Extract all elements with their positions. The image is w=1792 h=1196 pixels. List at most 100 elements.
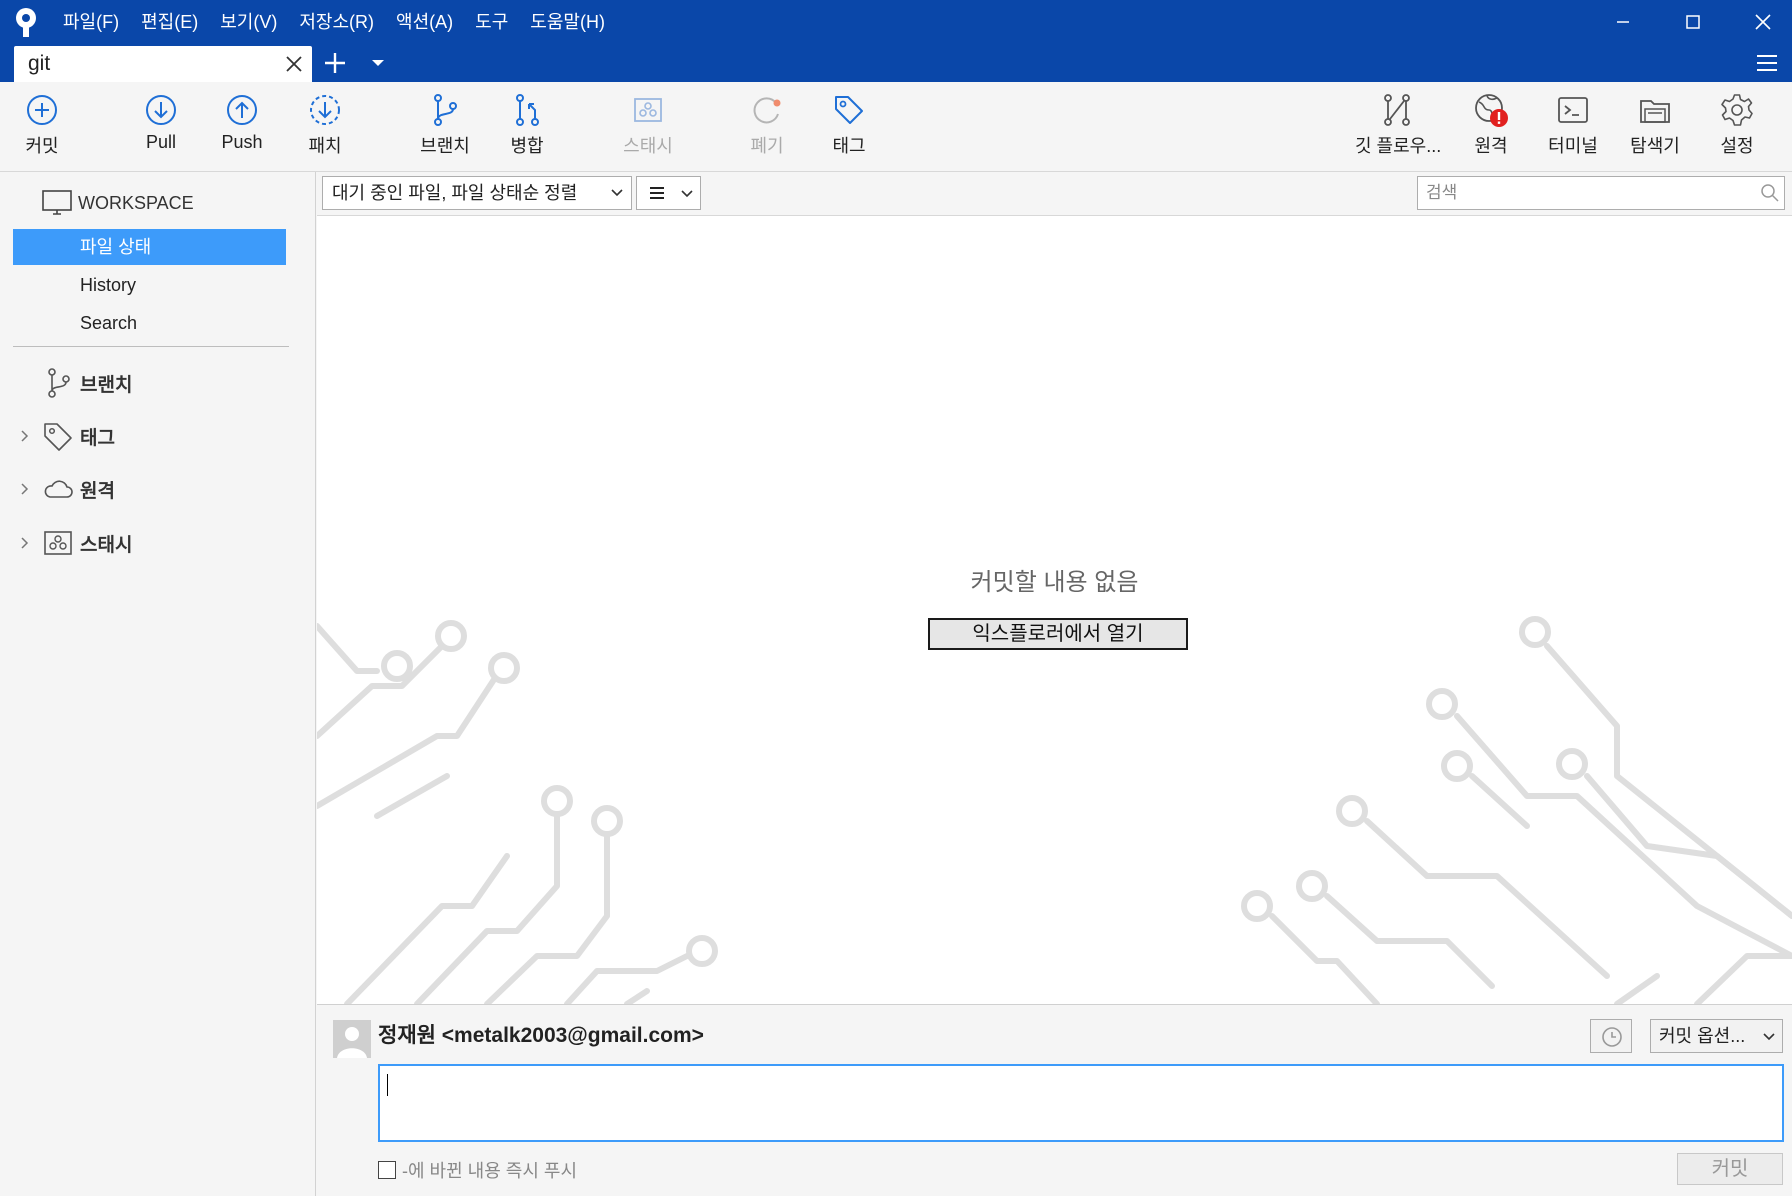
open-in-explorer-button[interactable]: 익스플로러에서 열기 bbox=[928, 618, 1188, 650]
explorer-button[interactable]: 탐색기 bbox=[1613, 92, 1697, 168]
chevron-right-icon[interactable] bbox=[18, 482, 32, 496]
sidebar-section-branches[interactable]: 브랜치 bbox=[18, 365, 132, 401]
close-window-button[interactable] bbox=[1728, 0, 1792, 44]
push-label: Push bbox=[221, 132, 263, 152]
search-input[interactable]: 검색 bbox=[1417, 176, 1785, 210]
commit-history-button[interactable] bbox=[1590, 1019, 1632, 1053]
chevron-down-icon bbox=[681, 190, 693, 198]
sidebar-section-tags[interactable]: 태그 bbox=[18, 418, 115, 454]
file-status-content: 커밋할 내용 없음 익스플로러에서 열기 bbox=[317, 216, 1792, 1004]
file-filter-dropdown[interactable]: 대기 중인 파일, 파일 상태순 정렬 bbox=[322, 176, 632, 210]
main-panel: 대기 중인 파일, 파일 상태순 정렬 검색 커밋할 내용 없음 익스플로러에서… bbox=[317, 172, 1792, 1196]
gear-icon bbox=[1721, 94, 1753, 126]
explorer-label: 탐색기 bbox=[1630, 136, 1680, 156]
title-bar: 파일(F) 편집(E) 보기(V) 저장소(R) 액션(A) 도구 도움말(H) bbox=[0, 0, 1792, 44]
workspace-label: WORKSPACE bbox=[78, 192, 194, 213]
list-view-icon bbox=[650, 187, 664, 199]
sidebar: WORKSPACE 파일 상태 History Search 브랜치 태그 원격… bbox=[0, 172, 316, 1196]
tag-label: 태그 bbox=[832, 136, 866, 156]
menu-help[interactable]: 도움말(H) bbox=[519, 0, 616, 44]
branch-label: 브랜치 bbox=[420, 136, 470, 156]
branch-button[interactable]: 브랜치 bbox=[403, 92, 487, 168]
chevron-down-icon bbox=[611, 189, 623, 197]
stash-icon bbox=[44, 531, 72, 555]
git-flow-label: 깃 플로우... bbox=[1355, 136, 1442, 156]
sidebar-section-label: 원격 bbox=[80, 480, 115, 502]
repo-tab-git[interactable]: git bbox=[14, 46, 312, 82]
minimize-button[interactable] bbox=[1588, 0, 1658, 44]
monitor-icon bbox=[42, 190, 72, 215]
remote-label: 원격 bbox=[1474, 136, 1508, 156]
git-flow-button[interactable]: 깃 플로우... bbox=[1355, 92, 1442, 168]
pull-arrow-down-icon bbox=[146, 95, 176, 125]
sidebar-section-stashes[interactable]: 스태시 bbox=[18, 525, 132, 561]
push-immediately-option[interactable]: -에 바뀐 내용 즉시 푸시 bbox=[378, 1159, 577, 1181]
terminal-button[interactable]: 터미널 bbox=[1531, 92, 1615, 168]
tag-button[interactable]: 태그 bbox=[807, 92, 891, 168]
tag-icon bbox=[44, 423, 72, 451]
stash-button[interactable]: 스태시 bbox=[606, 92, 690, 168]
push-arrow-up-icon bbox=[227, 95, 257, 125]
sidebar-item-search[interactable]: Search bbox=[13, 305, 286, 341]
hamburger-menu-icon[interactable] bbox=[1754, 50, 1780, 76]
discard-label: 폐기 bbox=[750, 136, 784, 156]
merge-button[interactable]: 병합 bbox=[485, 92, 569, 168]
clock-icon bbox=[1602, 1027, 1622, 1047]
discard-button[interactable]: 폐기 bbox=[725, 92, 809, 168]
tab-strip: git bbox=[0, 44, 1792, 82]
menu-view[interactable]: 보기(V) bbox=[209, 0, 288, 44]
remote-globe-icon bbox=[1475, 94, 1508, 127]
merge-label: 병합 bbox=[510, 136, 544, 156]
branch-icon bbox=[48, 368, 70, 398]
chevron-down-icon bbox=[1763, 1033, 1775, 1041]
maximize-icon bbox=[1686, 15, 1700, 29]
maximize-button[interactable] bbox=[1658, 0, 1728, 44]
commit-button[interactable]: 커밋 bbox=[1677, 1153, 1783, 1185]
circuit-background-decoration bbox=[317, 616, 1792, 1004]
commit-toolbar-button[interactable]: 커밋 bbox=[0, 92, 84, 168]
view-mode-dropdown[interactable] bbox=[636, 176, 701, 210]
cloud-icon bbox=[44, 480, 73, 498]
menu-actions[interactable]: 액션(A) bbox=[385, 0, 464, 44]
merge-icon bbox=[516, 94, 539, 126]
text-caret bbox=[387, 1074, 388, 1096]
pull-label: Pull bbox=[145, 132, 176, 152]
tab-close-icon[interactable] bbox=[284, 54, 304, 74]
sidebar-item-history[interactable]: History bbox=[13, 267, 286, 303]
search-icon bbox=[1761, 184, 1779, 202]
push-button[interactable]: Push bbox=[200, 92, 284, 168]
close-icon bbox=[1755, 14, 1771, 30]
sourcetree-logo-icon bbox=[16, 8, 36, 37]
stash-icon bbox=[634, 98, 662, 122]
push-immediately-checkbox[interactable] bbox=[378, 1161, 396, 1179]
menu-edit[interactable]: 편집(E) bbox=[130, 0, 209, 44]
remote-button[interactable]: 원격 bbox=[1449, 92, 1533, 168]
sidebar-section-label: 스태시 bbox=[80, 534, 133, 556]
tab-label: git bbox=[28, 52, 51, 75]
chevron-right-icon[interactable] bbox=[18, 536, 32, 550]
commit-message-input[interactable] bbox=[378, 1064, 1784, 1142]
menu-file[interactable]: 파일(F) bbox=[52, 0, 130, 44]
fetch-button[interactable]: 패치 bbox=[283, 92, 367, 168]
fetch-label: 패치 bbox=[308, 136, 342, 156]
search-placeholder: 검색 bbox=[1426, 183, 1458, 202]
fetch-icon bbox=[310, 95, 340, 125]
avatar bbox=[333, 1020, 371, 1058]
add-tab-icon[interactable] bbox=[322, 50, 348, 76]
discard-refresh-icon bbox=[753, 97, 781, 124]
tab-dropdown-icon[interactable] bbox=[370, 56, 386, 70]
sidebar-item-file-status[interactable]: 파일 상태 bbox=[13, 229, 286, 265]
minimize-icon bbox=[1617, 21, 1629, 23]
stash-label: 스태시 bbox=[623, 136, 673, 156]
menu-tools[interactable]: 도구 bbox=[464, 0, 519, 44]
chevron-right-icon[interactable] bbox=[18, 429, 32, 443]
push-immediately-label: -에 바뀐 내용 즉시 푸시 bbox=[402, 1161, 578, 1181]
filter-bar: 대기 중인 파일, 파일 상태순 정렬 검색 bbox=[317, 172, 1792, 216]
menu-repository[interactable]: 저장소(R) bbox=[288, 0, 385, 44]
pull-button[interactable]: Pull bbox=[119, 92, 203, 168]
terminal-icon bbox=[1558, 97, 1588, 123]
settings-button[interactable]: 설정 bbox=[1695, 92, 1779, 168]
sidebar-section-remotes[interactable]: 원격 bbox=[18, 471, 115, 507]
sidebar-divider bbox=[13, 346, 289, 347]
commit-options-dropdown[interactable]: 커밋 옵션... bbox=[1650, 1019, 1783, 1053]
